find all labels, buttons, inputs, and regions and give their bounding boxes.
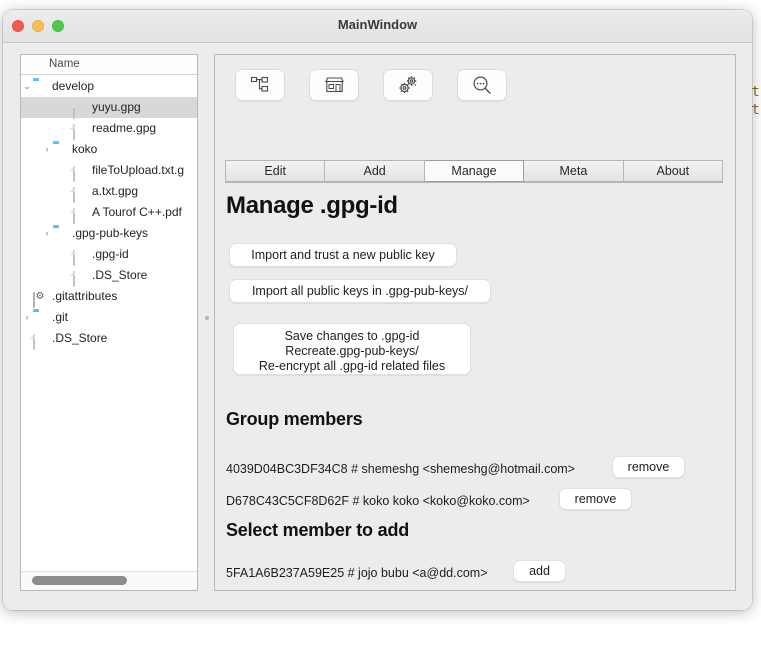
file-icon bbox=[73, 250, 75, 266]
group-member-key: 4039D04BC3DF34C8 # shemeshg <shemeshg@ho… bbox=[226, 462, 575, 476]
toolbar bbox=[235, 69, 507, 101]
import-trust-key-button[interactable]: Import and trust a new public key bbox=[229, 243, 457, 267]
splitter-grip[interactable] bbox=[205, 316, 209, 320]
tree-item-develop[interactable]: ⌄ develop bbox=[21, 76, 197, 97]
tab-label: About bbox=[656, 164, 690, 178]
remove-member-button[interactable]: remove bbox=[612, 456, 685, 478]
save-line-3: Re-encrypt all .gpg-id related files bbox=[258, 359, 446, 373]
tab-label: Edit bbox=[264, 164, 286, 178]
file-icon bbox=[73, 166, 75, 182]
tab-label: Meta bbox=[559, 164, 588, 178]
file-icon bbox=[33, 334, 35, 350]
tree-item-ds-store[interactable]: .DS_Store bbox=[21, 328, 197, 350]
tree-item-label: .git bbox=[52, 310, 69, 324]
file-tree-hscrollbar-thumb[interactable] bbox=[32, 576, 127, 585]
store-icon bbox=[324, 76, 345, 94]
file-tree-header bbox=[21, 55, 197, 75]
tree-item-readme-gpg[interactable]: readme.gpg bbox=[21, 118, 197, 140]
tree-item-gpg-id[interactable]: .gpg-id bbox=[21, 244, 197, 266]
tab-meta[interactable]: Meta bbox=[524, 160, 624, 182]
candidate-member-key: 5FA1A6B237A59E25 # jojo bubu <a@dd.com> bbox=[226, 566, 488, 580]
file-icon bbox=[73, 208, 75, 224]
search-magnifier-icon bbox=[471, 75, 493, 95]
tab-about[interactable]: About bbox=[623, 160, 724, 182]
tree-item-label: .gpg-id bbox=[92, 247, 129, 261]
tab-edit[interactable]: Edit bbox=[225, 160, 326, 182]
window-titlebar: MainWindow bbox=[3, 10, 752, 43]
tree-item-git[interactable]: › .git bbox=[21, 307, 197, 328]
file-tree-hscrollbar[interactable] bbox=[21, 571, 197, 590]
manage-panel: Edit Add Manage Meta About Manage .gpg-id Im… bbox=[214, 54, 736, 591]
tree-item-yuyu-gpg[interactable]: yuyu.gpg bbox=[21, 97, 197, 119]
tab-add[interactable]: Add bbox=[325, 160, 425, 182]
window-title: MainWindow bbox=[337, 17, 418, 32]
add-member-button[interactable]: add bbox=[513, 560, 566, 582]
file-tree-list[interactable]: ⌄ develop yuyu.gpg readme.gpg › koko fileToUpl… bbox=[21, 76, 197, 571]
gears-icon bbox=[396, 74, 420, 96]
tab-manage[interactable]: Manage bbox=[424, 160, 525, 182]
tree-item-label: A Tourof C++.pdf bbox=[92, 205, 182, 219]
main-window: MainWindow Name ⌄ develop yuyu.gpg readme.g… bbox=[3, 10, 752, 610]
tab-label: Manage bbox=[451, 164, 497, 178]
file-tree-column-name: Name bbox=[49, 58, 80, 70]
save-line-2: Recreate.gpg-pub-keys/ bbox=[285, 344, 419, 358]
tree-item-label: koko bbox=[72, 142, 98, 156]
chevron-down-icon[interactable]: ⌄ bbox=[21, 76, 33, 97]
tree-item-label: .DS_Store bbox=[52, 331, 108, 345]
tree-item-label: yuyu.gpg bbox=[92, 100, 141, 114]
tree-item-koko[interactable]: › koko bbox=[21, 139, 197, 160]
tree-item-a-txt-gpg[interactable]: a.txt.gpg bbox=[21, 181, 197, 203]
hierarchy-tree-icon bbox=[250, 76, 270, 94]
select-member-heading: Select member to add bbox=[226, 520, 410, 540]
tree-item-label: a.txt.gpg bbox=[92, 184, 139, 198]
file-icon bbox=[73, 271, 75, 287]
tree-item-filetoupload-txt-g[interactable]: fileToUpload.txt.g bbox=[21, 160, 197, 182]
tree-item-label: .DS_Store bbox=[92, 268, 148, 282]
tool-store-button[interactable] bbox=[309, 69, 359, 101]
tree-item-label: .gpg-pub-keys bbox=[72, 226, 149, 240]
tree-item-label: .gitattributes bbox=[52, 289, 118, 303]
tree-item-gitattributes[interactable]: .gitattributes bbox=[21, 286, 197, 308]
tree-item-label: fileToUpload.txt.g bbox=[92, 163, 185, 177]
tool-structure-button[interactable] bbox=[235, 69, 285, 101]
tab-label: Add bbox=[363, 164, 386, 178]
file-icon bbox=[73, 124, 75, 140]
import-all-keys-button[interactable]: Import all public keys in .gpg-pub-keys/ bbox=[229, 279, 491, 303]
remove-member-button[interactable]: remove bbox=[559, 488, 632, 510]
chevron-right-icon[interactable]: › bbox=[21, 307, 33, 328]
window-body: Name ⌄ develop yuyu.gpg readme.gpg › koko file… bbox=[3, 43, 752, 610]
save-line-1: Save changes to .gpg-id bbox=[284, 329, 420, 343]
file-icon bbox=[73, 103, 75, 119]
tree-item-ds-store[interactable]: .DS_Store bbox=[21, 265, 197, 287]
manage-tab-content: Manage .gpg-id Import and trust a new pu… bbox=[215, 183, 735, 590]
save-changes-button[interactable]: Save changes to .gpg-id Recreate.gpg-pub… bbox=[233, 323, 471, 375]
tool-search-button[interactable] bbox=[457, 69, 507, 101]
chevron-right-icon[interactable]: › bbox=[41, 139, 53, 160]
config-file-icon bbox=[33, 292, 35, 308]
tool-settings-button[interactable] bbox=[383, 69, 433, 101]
file-icon bbox=[73, 187, 75, 203]
tree-item-a-tourof-c-pdf[interactable]: A Tourof C++.pdf bbox=[21, 202, 197, 224]
tab-bar: Edit Add Manage Meta About bbox=[225, 160, 724, 183]
page-title: Manage .gpg-id bbox=[226, 192, 398, 219]
tree-item-gpg-pub-keys[interactable]: › .gpg-pub-keys bbox=[21, 223, 197, 244]
chevron-right-icon[interactable]: › bbox=[41, 223, 53, 244]
tree-item-label: readme.gpg bbox=[92, 121, 157, 135]
panel-splitter[interactable] bbox=[203, 54, 211, 591]
group-members-heading: Group members bbox=[226, 409, 363, 429]
tree-item-label: develop bbox=[52, 79, 95, 93]
file-tree-panel: Name ⌄ develop yuyu.gpg readme.gpg › koko file… bbox=[20, 54, 198, 591]
group-member-key: D678C43C5CF8D62F # koko koko <koko@koko.… bbox=[226, 494, 530, 508]
